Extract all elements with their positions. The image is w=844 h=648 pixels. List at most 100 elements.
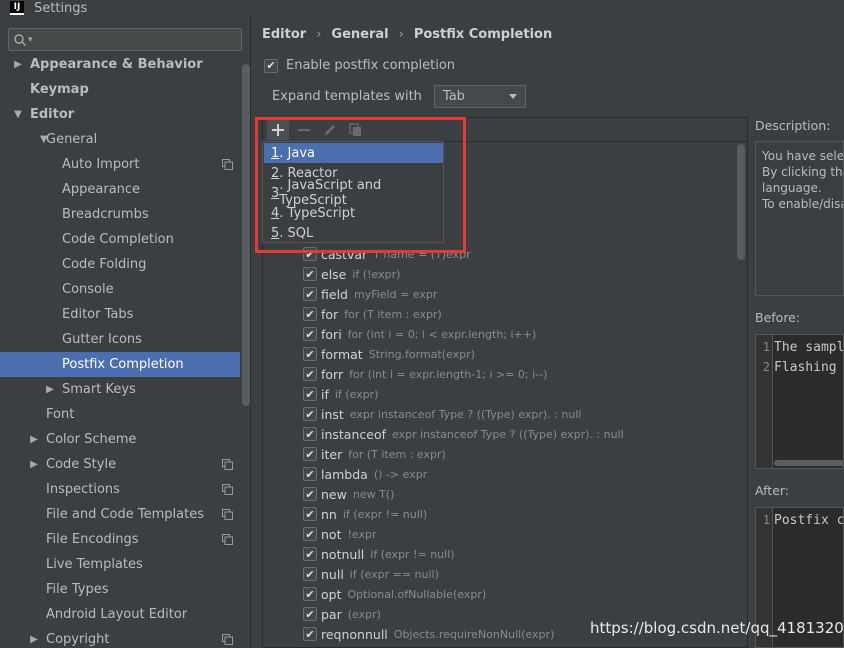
chevron-right-icon[interactable]: ▶	[28, 459, 40, 470]
expand-templates-label: Expand templates with	[272, 89, 422, 104]
description-line: language.	[762, 181, 822, 195]
sidebar-item-label: Code Folding	[62, 257, 147, 272]
sidebar-item-color-scheme[interactable]: ▶ Color Scheme	[0, 427, 240, 452]
template-example: new T()	[352, 487, 395, 501]
template-row-lambda[interactable]: ✔ lambda () -> expr	[303, 464, 427, 484]
sidebar-item-smart-keys[interactable]: ▶ Smart Keys	[0, 377, 240, 402]
settings-search-input[interactable]: ▾	[8, 28, 242, 51]
template-row-inst[interactable]: ✔ inst expr instanceof Type ? ((Type) expr…	[303, 404, 581, 424]
template-checkbox[interactable]: ✔	[303, 347, 317, 361]
template-key: opt	[321, 586, 342, 602]
sidebar-item-auto-import[interactable]: Auto Import	[0, 152, 240, 177]
template-row-new[interactable]: ✔ new new T()	[303, 484, 394, 504]
template-checkbox[interactable]: ✔	[303, 547, 317, 561]
template-checkbox[interactable]: ✔	[303, 307, 317, 321]
sidebar-item-keymap[interactable]: Keymap	[0, 77, 240, 102]
description-heading: Description:	[755, 118, 831, 133]
chevron-right-icon[interactable]: ▶	[44, 384, 56, 395]
chevron-right-icon[interactable]: ▶	[12, 59, 24, 70]
template-example: expr instanceof Type ? ((Type) expr). : …	[349, 407, 582, 421]
expand-key-select[interactable]: Tab	[433, 85, 526, 108]
sidebar-item-console[interactable]: Console	[0, 277, 240, 302]
sidebar-item-code-completion[interactable]: Code Completion	[0, 227, 240, 252]
template-checkbox[interactable]: ✔	[303, 447, 317, 461]
sidebar-item-code-style[interactable]: ▶ Code Style	[0, 452, 240, 477]
enable-postfix-checkbox[interactable]: ✔	[264, 58, 278, 73]
template-row-par[interactable]: ✔ par (expr)	[303, 604, 381, 624]
template-key: else	[321, 266, 347, 282]
sidebar-item-label: Smart Keys	[62, 382, 136, 397]
template-row-field[interactable]: ✔ field myField = expr	[303, 284, 437, 304]
sidebar-item-copyright[interactable]: ▶ Copyright	[0, 627, 240, 648]
template-checkbox[interactable]: ✔	[303, 607, 317, 621]
sidebar-item-postfix-completion[interactable]: Postfix Completion	[0, 352, 240, 377]
sidebar-item-label: Code Style	[46, 457, 117, 472]
enable-postfix-label: Enable postfix completion	[286, 58, 456, 73]
template-row-not[interactable]: ✔ not !expr	[303, 524, 376, 544]
sidebar-item-label: Auto Import	[62, 157, 140, 172]
sidebar-item-general[interactable]: ▼ General	[0, 127, 240, 152]
sidebar-item-file-and-code-templates[interactable]: File and Code Templates	[0, 502, 240, 527]
sidebar-scrollbar[interactable]	[242, 64, 250, 406]
template-checkbox[interactable]: ✔	[303, 487, 317, 501]
template-checkbox[interactable]: ✔	[303, 587, 317, 601]
template-row-else[interactable]: ✔ else if (!expr)	[303, 264, 400, 284]
sidebar-item-appearance-behavior[interactable]: ▶ Appearance & Behavior	[0, 52, 240, 77]
template-row-notnull[interactable]: ✔ notnull if (expr != null)	[303, 544, 455, 564]
template-row-instanceof[interactable]: ✔ instanceof expr instanceof Type ? ((Type…	[303, 424, 624, 444]
splitter[interactable]	[250, 16, 251, 648]
template-example: if (expr)	[334, 387, 379, 401]
template-checkbox[interactable]: ✔	[303, 407, 317, 421]
template-example: if (expr == null)	[349, 567, 439, 581]
template-row-opt[interactable]: ✔ opt Optional.ofNullable(expr)	[303, 584, 486, 604]
chevron-down-icon[interactable]: ▼	[12, 109, 24, 120]
sidebar-item-file-encodings[interactable]: File Encodings	[0, 527, 240, 552]
sidebar-item-editor[interactable]: ▼ Editor	[0, 102, 240, 127]
template-checkbox[interactable]: ✔	[303, 267, 317, 281]
template-row-for[interactable]: ✔ for for (T item : expr)	[303, 304, 442, 324]
template-checkbox[interactable]: ✔	[303, 427, 317, 441]
sidebar-item-appearance[interactable]: Appearance	[0, 177, 240, 202]
template-key: inst	[321, 406, 344, 422]
sidebar-item-font[interactable]: Font	[0, 402, 240, 427]
template-checkbox[interactable]: ✔	[303, 567, 317, 581]
template-row-if[interactable]: ✔ if if (expr)	[303, 384, 378, 404]
template-row-forr[interactable]: ✔ forr for (int i = expr.length-1; i >= 0;…	[303, 364, 547, 384]
template-row-iter[interactable]: ✔ iter for (T item : expr)	[303, 444, 446, 464]
chevron-right-icon[interactable]: ▶	[28, 634, 40, 645]
template-checkbox[interactable]: ✔	[303, 367, 317, 381]
template-checkbox[interactable]: ✔	[303, 287, 317, 301]
line-number: 1	[762, 340, 770, 354]
sidebar-item-editor-tabs[interactable]: Editor Tabs	[0, 302, 240, 327]
template-row-null[interactable]: ✔ null if (expr == null)	[303, 564, 439, 584]
enable-postfix-row[interactable]: ✔ Enable postfix completion	[264, 58, 455, 73]
template-row-nn[interactable]: ✔ nn if (expr != null)	[303, 504, 427, 524]
annotation-highlight-box	[255, 117, 466, 253]
sidebar-item-live-templates[interactable]: Live Templates	[0, 552, 240, 577]
sidebar-item-file-types[interactable]: File Types	[0, 577, 240, 602]
template-checkbox[interactable]: ✔	[303, 327, 317, 341]
template-row-reqnonnull[interactable]: ✔ reqnonnull Objects.requireNonNull(expr)	[303, 624, 554, 644]
template-checkbox[interactable]: ✔	[303, 627, 317, 641]
template-checkbox[interactable]: ✔	[303, 387, 317, 401]
sidebar-item-breadcrumbs[interactable]: Breadcrumbs	[0, 202, 240, 227]
chevron-right-icon[interactable]: ▶	[28, 434, 40, 445]
templates-scrollbar[interactable]	[737, 144, 745, 260]
template-row-fori[interactable]: ✔ fori for (int i = 0; i < expr.length; i+…	[303, 324, 536, 344]
sidebar-item-android-layout-editor[interactable]: Android Layout Editor	[0, 602, 240, 627]
project-settings-icon	[222, 484, 233, 495]
template-checkbox[interactable]: ✔	[303, 507, 317, 521]
template-checkbox[interactable]: ✔	[303, 467, 317, 481]
before-heading: Before:	[755, 310, 801, 325]
sidebar-item-gutter-icons[interactable]: Gutter Icons	[0, 327, 240, 352]
code-text: Flashing	[774, 359, 837, 375]
template-example: String.format(expr)	[368, 347, 475, 361]
window-title: Settings	[34, 0, 88, 16]
expand-templates-row: Expand templates with Tab	[272, 85, 526, 108]
sidebar-item-inspections[interactable]: Inspections	[0, 477, 240, 502]
description-line: You have selec	[762, 149, 844, 163]
template-checkbox[interactable]: ✔	[303, 527, 317, 541]
sidebar-item-code-folding[interactable]: Code Folding	[0, 252, 240, 277]
template-row-format[interactable]: ✔ format String.format(expr)	[303, 344, 475, 364]
before-horizontal-scrollbar[interactable]	[774, 460, 843, 466]
